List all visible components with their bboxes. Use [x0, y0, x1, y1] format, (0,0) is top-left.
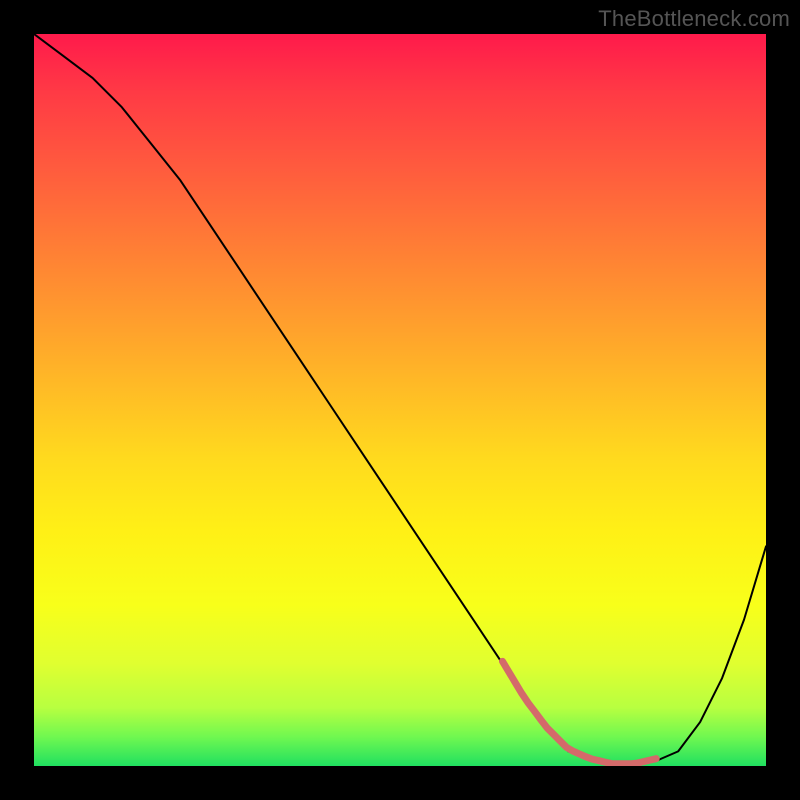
bottleneck-curve [34, 34, 766, 766]
plot-area [34, 34, 766, 766]
optimal-range-marker [502, 661, 656, 763]
chart-frame: TheBottleneck.com [0, 0, 800, 800]
chart-svg [34, 34, 766, 766]
watermark-text: TheBottleneck.com [598, 6, 790, 32]
